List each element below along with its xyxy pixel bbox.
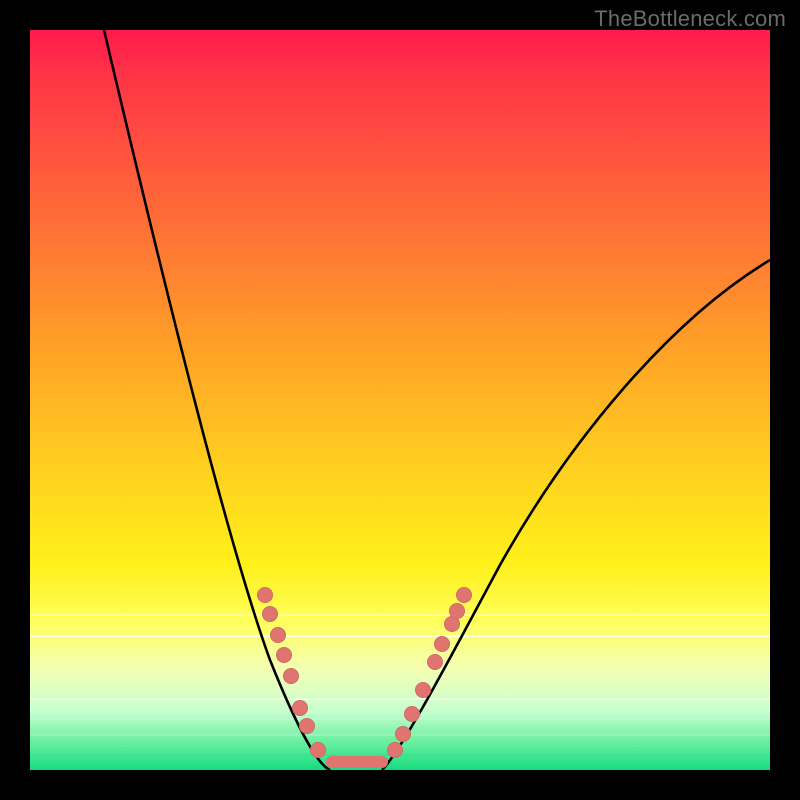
data-marker-right (387, 742, 403, 758)
data-marker-left (270, 627, 286, 643)
data-marker-left (292, 700, 308, 716)
data-marker-right (404, 706, 420, 722)
data-marker-right (415, 682, 431, 698)
data-marker-left (310, 742, 326, 758)
data-marker-right (456, 587, 472, 603)
data-marker-left (257, 587, 273, 603)
watermark: TheBottleneck.com (594, 6, 786, 32)
data-marker-right (427, 654, 443, 670)
data-marker-left (299, 718, 315, 734)
curve-left (104, 30, 330, 770)
data-marker-right (434, 636, 450, 652)
curve-right (382, 260, 770, 770)
chart-frame (30, 30, 770, 770)
data-marker-left (262, 606, 278, 622)
data-marker-right (395, 726, 411, 742)
flat-bottom-segment (326, 756, 388, 768)
data-marker-left (276, 647, 292, 663)
curve-svg (30, 30, 770, 770)
data-marker-left (283, 668, 299, 684)
data-marker-right (449, 603, 465, 619)
